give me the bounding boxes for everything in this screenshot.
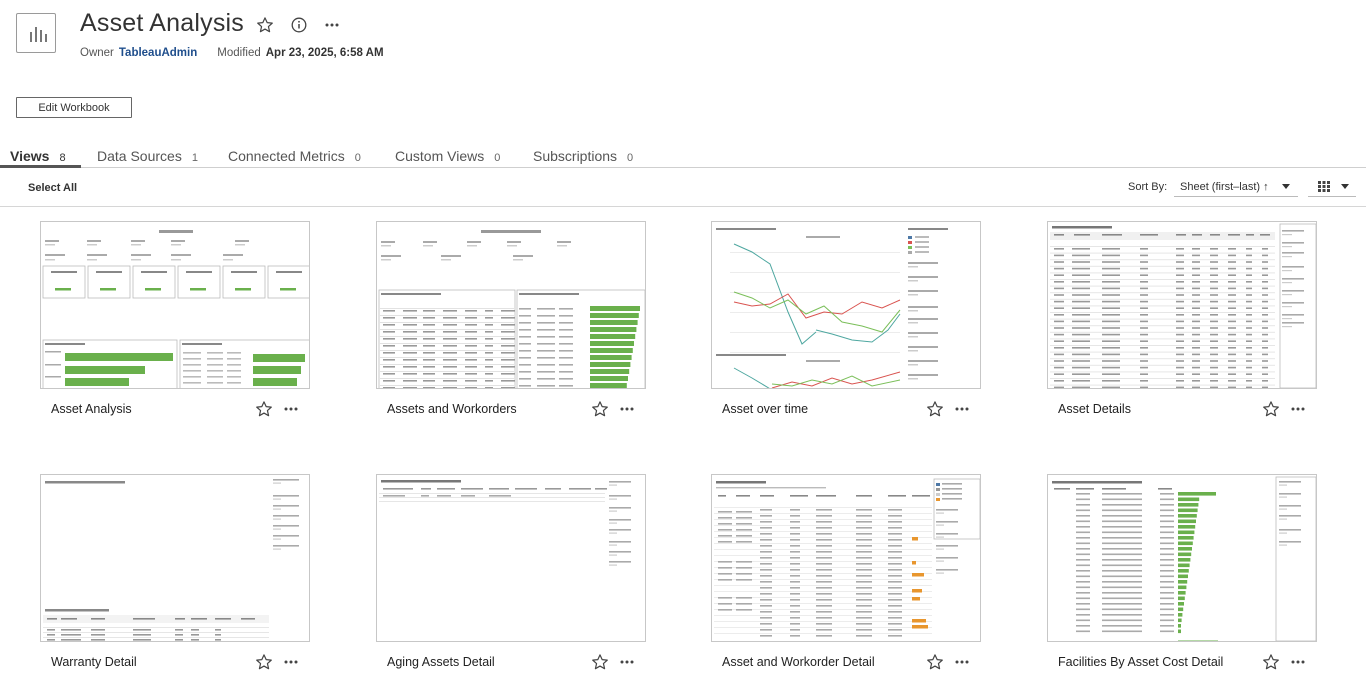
favorite-star-icon[interactable]	[255, 653, 273, 671]
tab-subscriptions[interactable]: Subscriptions 0	[533, 148, 633, 164]
chevron-down-icon	[1282, 184, 1290, 189]
view-name[interactable]: Facilities By Asset Cost Detail	[1058, 655, 1223, 669]
view-thumbnail[interactable]	[711, 221, 981, 389]
tab-label: Data Sources	[97, 148, 182, 164]
more-actions-icon[interactable]	[1290, 401, 1308, 417]
more-actions-icon[interactable]	[322, 15, 342, 35]
view-card[interactable]: Asset Details	[1047, 221, 1319, 431]
view-card[interactable]: Asset and Workorder Detail	[711, 474, 983, 684]
more-actions-icon[interactable]	[283, 654, 301, 670]
active-tab-indicator	[0, 165, 81, 168]
view-name[interactable]: Asset Details	[1058, 402, 1131, 416]
favorite-star-icon[interactable]	[926, 653, 944, 671]
tab-connected-metrics[interactable]: Connected Metrics 0	[228, 148, 361, 164]
chevron-down-icon	[1341, 184, 1349, 189]
view-name[interactable]: Assets and Workorders	[387, 402, 517, 416]
page-title: Asset Analysis	[80, 9, 244, 37]
view-mode-toggle[interactable]	[1308, 176, 1356, 197]
view-name[interactable]: Asset and Workorder Detail	[722, 655, 875, 669]
favorite-star-icon[interactable]	[926, 400, 944, 418]
modified-value: Apr 23, 2025, 6:58 AM	[265, 47, 384, 59]
view-thumbnail[interactable]	[1047, 474, 1317, 642]
tab-count: 0	[627, 152, 634, 164]
tab-label: Connected Metrics	[228, 148, 345, 164]
view-card[interactable]: Assets and Workorders	[376, 221, 648, 431]
tab-count: 0	[354, 152, 361, 164]
edit-workbook-button[interactable]: Edit Workbook	[16, 97, 132, 118]
favorite-star-icon[interactable]	[255, 400, 273, 418]
more-actions-icon[interactable]	[954, 401, 972, 417]
more-actions-icon[interactable]	[1290, 654, 1308, 670]
grid-view-icon	[1318, 181, 1330, 192]
tab-count: 0	[494, 152, 501, 164]
favorite-star-icon[interactable]	[1262, 653, 1280, 671]
view-name[interactable]: Aging Assets Detail	[387, 655, 495, 669]
favorite-star-icon[interactable]	[591, 653, 609, 671]
view-card[interactable]: Asset Analysis	[40, 221, 312, 431]
info-icon[interactable]	[289, 15, 309, 35]
modified-label: Modified	[217, 47, 261, 59]
more-actions-icon[interactable]	[619, 654, 637, 670]
sort-by-value: Sheet (first–last) ↑	[1180, 181, 1269, 193]
content-tabs: Views 8 Data Sources 1 Connected Metrics 0 …	[0, 146, 1366, 168]
select-all-button[interactable]: Select All	[28, 182, 77, 194]
tab-custom-views[interactable]: Custom Views 0	[395, 148, 500, 164]
tab-count: 1	[191, 152, 198, 164]
owner-link[interactable]: TableauAdmin	[119, 47, 197, 59]
view-thumbnail[interactable]	[376, 221, 646, 389]
owner-label: Owner	[80, 47, 114, 59]
workbook-chart-icon	[16, 13, 56, 53]
view-card[interactable]: Aging Assets Detail	[376, 474, 648, 684]
view-name[interactable]: Asset over time	[722, 402, 808, 416]
tab-label: Subscriptions	[533, 148, 618, 164]
views-toolbar: Select All Sort By: Sheet (first–last) ↑	[0, 176, 1366, 207]
more-actions-icon[interactable]	[619, 401, 637, 417]
view-name[interactable]: Warranty Detail	[51, 655, 137, 669]
more-actions-icon[interactable]	[283, 401, 301, 417]
view-card[interactable]: Warranty Detail	[40, 474, 312, 684]
view-thumbnail[interactable]	[376, 474, 646, 642]
tab-label: Views	[10, 148, 50, 164]
tab-count: 8	[59, 152, 66, 164]
favorite-star-icon[interactable]	[1262, 400, 1280, 418]
view-thumbnail[interactable]	[1047, 221, 1317, 389]
view-card[interactable]: Facilities By Asset Cost Detail	[1047, 474, 1319, 684]
view-thumbnail[interactable]	[40, 474, 310, 642]
tab-data-sources[interactable]: Data Sources 1	[97, 148, 198, 164]
sort-by-label: Sort By:	[1128, 181, 1168, 193]
view-name[interactable]: Asset Analysis	[51, 402, 132, 416]
favorite-star-icon[interactable]	[255, 15, 275, 35]
workbook-meta: Owner TableauAdmin Modified Apr 23, 2025, 6…	[80, 47, 384, 59]
more-actions-icon[interactable]	[954, 654, 972, 670]
view-card[interactable]: Asset over time	[711, 221, 983, 431]
sort-by-select[interactable]: Sheet (first–last) ↑	[1174, 176, 1298, 197]
favorite-star-icon[interactable]	[591, 400, 609, 418]
view-thumbnail[interactable]	[711, 474, 981, 642]
tab-label: Custom Views	[395, 148, 485, 164]
tab-views[interactable]: Views 8	[10, 148, 66, 164]
view-thumbnail[interactable]	[40, 221, 310, 389]
